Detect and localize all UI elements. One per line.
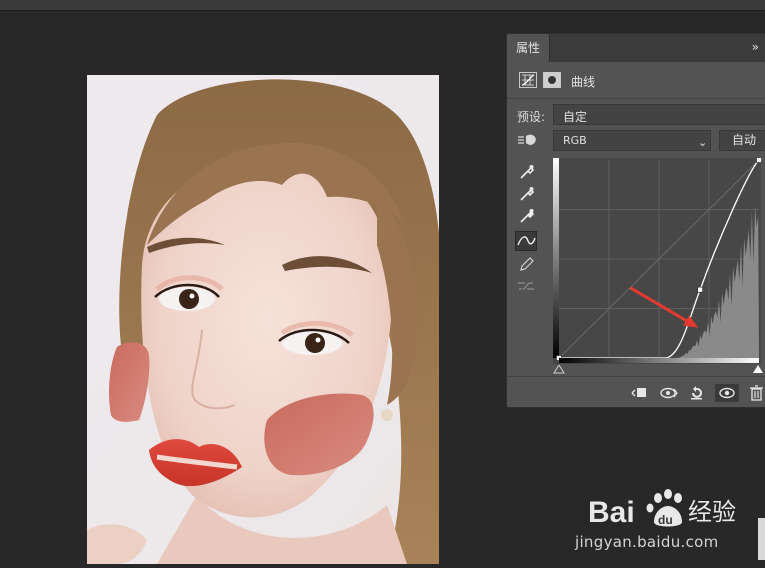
- mask-icon[interactable]: [543, 72, 561, 88]
- eyedropper-white-icon[interactable]: [515, 206, 537, 226]
- preset-value: 自定: [563, 110, 588, 124]
- watermark-suffix: 经验: [688, 498, 736, 526]
- input-level-sliders[interactable]: [553, 365, 763, 375]
- eyedropper-gray-icon[interactable]: [515, 184, 537, 204]
- watermark-brand: Bai: [588, 496, 635, 529]
- pencil-icon[interactable]: [515, 254, 537, 274]
- panel-header: 属性 »: [507, 34, 765, 62]
- channel-select[interactable]: RGB ⌄: [553, 130, 711, 151]
- eye-icon[interactable]: [715, 384, 739, 402]
- properties-panel: 属性 » 曲线 预设: 自定 RGB ⌄ 自动: [506, 33, 765, 408]
- panel-collapse-icon[interactable]: »: [752, 40, 759, 54]
- svg-text:du: du: [658, 513, 673, 527]
- eyedropper-black-icon[interactable]: [515, 162, 537, 182]
- auto-button[interactable]: 自动: [719, 130, 765, 151]
- adjustment-title: 曲线: [571, 75, 596, 89]
- channel-value: RGB: [563, 134, 587, 147]
- curves-graph[interactable]: [553, 157, 762, 364]
- tab-properties[interactable]: 属性: [507, 34, 550, 62]
- portrait-image: [87, 75, 439, 564]
- trash-icon[interactable]: [747, 384, 765, 402]
- view-previous-icon[interactable]: [659, 384, 679, 402]
- reset-icon[interactable]: [687, 384, 707, 402]
- preset-label: 预设:: [517, 110, 546, 124]
- adjustment-title-row: 曲线: [507, 62, 765, 99]
- smooth-icon[interactable]: [515, 276, 537, 296]
- right-edge-element: [758, 518, 765, 560]
- curve-point-control[interactable]: [697, 286, 703, 293]
- curve-point-icon[interactable]: [515, 231, 537, 251]
- document-tab-bar: [0, 0, 765, 11]
- curve-point-white[interactable]: [756, 157, 762, 163]
- preset-select[interactable]: 自定: [553, 104, 765, 125]
- panel-footer: [507, 376, 765, 409]
- watermark-domain: jingyan.baidu.com: [575, 533, 719, 551]
- on-image-adjust-icon[interactable]: [517, 133, 539, 150]
- clip-to-layer-icon[interactable]: [629, 384, 649, 402]
- curves-grid-icon[interactable]: [519, 72, 537, 88]
- document-canvas[interactable]: [87, 75, 439, 564]
- chevron-down-icon: ⌄: [698, 136, 708, 149]
- input-gradient-bar: [559, 358, 759, 363]
